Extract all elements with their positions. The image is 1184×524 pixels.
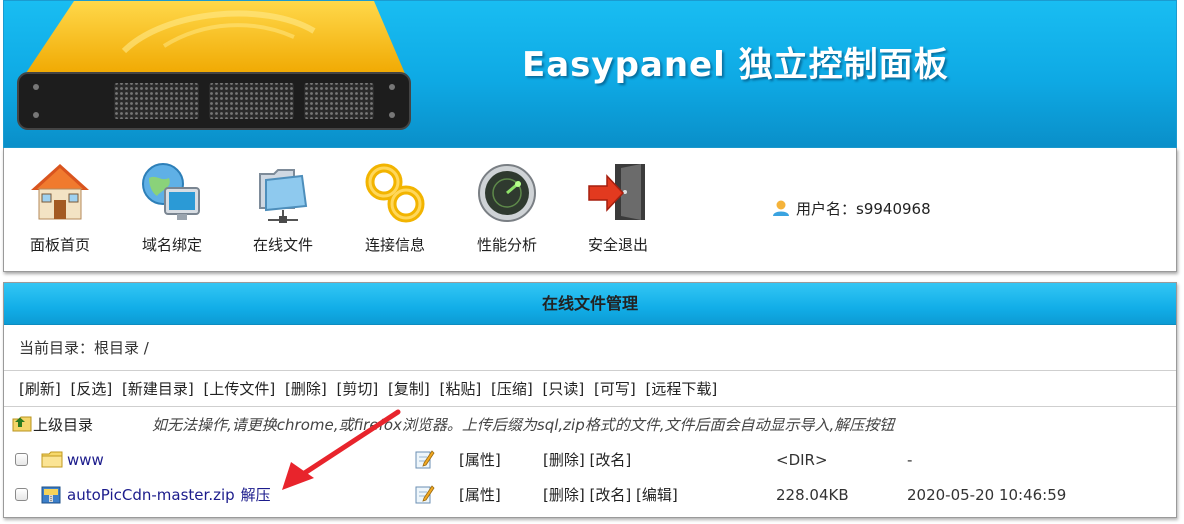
globe-monitor-icon — [142, 163, 200, 220]
refresh-button[interactable]: [刷新] — [19, 380, 61, 398]
file-size: 228.04KB — [776, 486, 849, 504]
row-operations: [删除] [改名] [编辑] — [543, 478, 678, 513]
parent-dir-row: 上级目录 如无法操作,请更换chrome,或firefox浏览器。上传后缀为sq… — [4, 407, 1176, 443]
chain-link-icon — [365, 163, 425, 223]
table-row: www [属性] [删除] [改名] <DIR> - — [4, 443, 1176, 478]
folder-up-icon — [12, 416, 32, 432]
invert-select-button[interactable]: [反选] — [71, 380, 113, 398]
modified-time: - — [907, 451, 913, 469]
zip-file-name[interactable]: autoPicCdn-master.zip — [67, 486, 235, 504]
row-checkbox[interactable] — [15, 453, 28, 466]
toolbar-item-label: 域名绑定 — [141, 236, 202, 254]
toolbar-item-logout[interactable]: 安全退出 — [568, 160, 668, 260]
current-dir-value: 根目录 / — [94, 339, 149, 357]
username-label: 用户名： — [796, 200, 857, 218]
copy-button[interactable]: [复制] — [388, 380, 430, 398]
toolbar-item-label: 安全退出 — [587, 236, 648, 254]
file-name-link: autoPicCdn-master.zip 解压 — [67, 478, 271, 513]
rename-link[interactable]: [改名] — [590, 486, 632, 504]
edit-link[interactable]: [编辑] — [636, 486, 678, 504]
username-value: s9940968 — [856, 200, 931, 218]
file-actions-bar: [刷新] [反选] [新建目录] [上传文件] [删除] [剪切] [复制] [… — [4, 371, 1176, 407]
folder-icon — [41, 451, 63, 468]
user-info: 用户名：s9940968 — [772, 198, 931, 219]
toolbar-item-performance[interactable]: 性能分析 — [457, 160, 557, 260]
toolbar-item-label: 面板首页 — [29, 236, 90, 254]
exit-door-icon — [588, 164, 645, 220]
edit-pencil-icon[interactable] — [415, 484, 435, 504]
parent-dir-link[interactable]: 上级目录 — [12, 407, 93, 443]
house-icon — [31, 164, 89, 220]
readonly-button[interactable]: [只读] — [543, 380, 585, 398]
paste-button[interactable]: [粘贴] — [440, 380, 482, 398]
panel-title: Easypanel 独立控制面板 — [522, 45, 949, 85]
toolbar-item-home[interactable]: 面板首页 — [10, 160, 110, 260]
remote-download-button[interactable]: [远程下载] — [646, 380, 718, 398]
table-row: autoPicCdn-master.zip 解压 [属性] [删除] [改名] [… — [4, 478, 1176, 513]
file-manager-panel: 在线文件管理 当前目录：根目录 / [刷新] [反选] [新建目录] [上传文件… — [3, 282, 1177, 518]
properties-link[interactable]: [属性] — [459, 443, 501, 478]
radar-gauge-icon — [478, 164, 536, 222]
toolbar-item-label: 在线文件 — [252, 236, 313, 254]
rename-link[interactable]: [改名] — [590, 451, 632, 469]
breadcrumb: 当前目录：根目录 / — [4, 325, 1176, 371]
browser-notice: 如无法操作,请更换chrome,或firefox浏览器。上传后缀为sql,zip… — [152, 416, 895, 434]
modified-time: 2020-05-20 10:46:59 — [907, 486, 1067, 504]
upload-file-button[interactable]: [上传文件] — [204, 380, 276, 398]
user-icon — [773, 200, 789, 216]
properties-link[interactable]: [属性] — [459, 478, 501, 513]
new-folder-button[interactable]: [新建目录] — [122, 380, 194, 398]
row-operations: [删除] [改名] — [543, 443, 631, 478]
parent-dir-label: 上级目录 — [33, 416, 94, 434]
file-manager-title: 在线文件管理 — [4, 283, 1176, 325]
network-folder-icon — [259, 169, 308, 223]
file-size: <DIR> — [776, 451, 828, 469]
delete-button[interactable]: [删除] — [285, 380, 327, 398]
toolbar-item-label: 性能分析 — [476, 236, 537, 254]
toolbar-item-connection[interactable]: 连接信息 — [345, 160, 445, 260]
server-logo-icon — [17, 1, 411, 130]
toolbar-item-files[interactable]: 在线文件 — [233, 160, 333, 260]
delete-link[interactable]: [删除] — [543, 451, 585, 469]
main-toolbar: 面板首页 域名绑定 在线文件 连接信息 性能分析 安全退出 用户名：s99409… — [3, 148, 1177, 272]
file-name-link[interactable]: www — [67, 443, 104, 478]
writable-button[interactable]: [可写] — [594, 380, 636, 398]
current-dir-label: 当前目录： — [19, 339, 95, 357]
unzip-link[interactable]: 解压 — [241, 486, 271, 504]
delete-link[interactable]: [删除] — [543, 486, 585, 504]
edit-pencil-icon[interactable] — [415, 449, 435, 469]
header-banner: Easypanel 独立控制面板 — [3, 0, 1177, 148]
toolbar-item-domain[interactable]: 域名绑定 — [122, 160, 222, 260]
compress-button[interactable]: [压缩] — [491, 380, 533, 398]
cut-button[interactable]: [剪切] — [337, 380, 379, 398]
row-checkbox[interactable] — [15, 488, 28, 501]
zip-archive-icon — [41, 486, 61, 504]
toolbar-item-label: 连接信息 — [364, 236, 425, 254]
